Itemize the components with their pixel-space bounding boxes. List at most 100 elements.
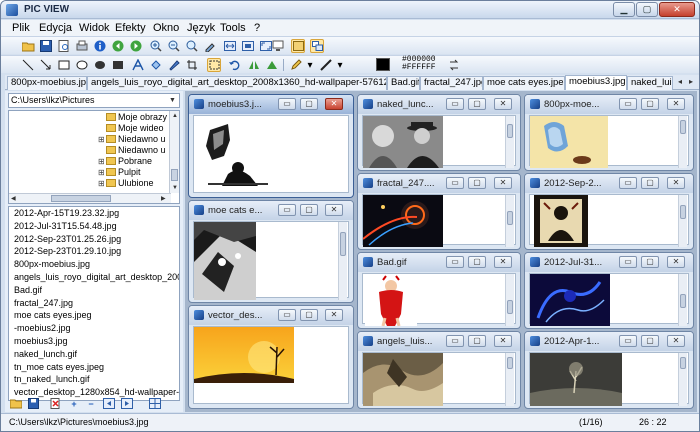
info-icon[interactable]: [93, 39, 107, 53]
tree-vertical-scrollbar[interactable]: ▲ ▼: [169, 111, 179, 193]
window-minimize-button[interactable]: ▭: [619, 335, 637, 347]
window-close-button[interactable]: ✕: [325, 309, 343, 321]
scrollbar-thumb[interactable]: [507, 211, 513, 225]
line-tool-icon[interactable]: [21, 58, 35, 72]
scrollbar-thumb[interactable]: [340, 232, 346, 256]
tree-item-niedawno-1[interactable]: ⊞ Niedawno u: [98, 134, 166, 145]
scrollbar-thumb[interactable]: [680, 205, 686, 219]
menu-help[interactable]: ?: [254, 22, 260, 34]
window-close-button[interactable]: ✕: [667, 177, 685, 189]
menu-efekty[interactable]: Efekty: [115, 22, 146, 34]
scrollbar-thumb[interactable]: [51, 195, 111, 202]
file-list-item[interactable]: 2012-Sep-23T01.25.26.jpg: [9, 233, 179, 246]
tree-item-ulubione[interactable]: ⊞ Ulubione: [98, 178, 154, 189]
image-window-2012-sep[interactable]: 2012-Sep-2... ▭ ▢ ✕: [524, 173, 694, 250]
window-close-button[interactable]: ✕: [325, 204, 343, 216]
primary-color-swatch[interactable]: [376, 58, 390, 71]
file-list-item[interactable]: Bad.gif: [9, 284, 179, 297]
vertical-scrollbar[interactable]: [505, 116, 514, 168]
image-window-fractal-247[interactable]: fractal_247.... ▭ ▢ ✕: [357, 173, 521, 250]
window-minimize-button[interactable]: ▭: [446, 98, 464, 110]
crop-icon[interactable]: [185, 58, 199, 72]
swap-colors-icon[interactable]: [447, 58, 461, 72]
window-minimize-button[interactable]: ▭: [619, 256, 637, 268]
tree-item-niedawno-2[interactable]: Niedawno u: [98, 145, 166, 156]
brush-icon[interactable]: [167, 58, 181, 72]
save-icon[interactable]: [27, 398, 39, 410]
tile-windows-icon[interactable]: [310, 39, 324, 53]
open-folder-icon[interactable]: [9, 398, 23, 410]
tab-moe-cats-eyes[interactable]: moe cats eyes.jpeg: [483, 76, 565, 90]
scrollbar-thumb[interactable]: [507, 124, 513, 138]
image-canvas[interactable]: [529, 352, 689, 406]
tree-item-moje-wideo[interactable]: Moje wideo: [98, 123, 164, 134]
tree-item-pobrane[interactable]: ⊞ Pobrane: [98, 156, 152, 167]
tree-expander[interactable]: ⊞: [98, 167, 106, 178]
scrollbar-thumb[interactable]: [507, 300, 513, 314]
title-bar[interactable]: PIC VIEW ▁ ▢ ✕: [1, 1, 699, 19]
add-icon[interactable]: +: [68, 398, 80, 410]
folder-path-combobox[interactable]: C:\Users\lkz\Pictures ▼: [8, 93, 180, 108]
window-close-button[interactable]: ✕: [667, 335, 685, 347]
window-maximize-button[interactable]: ▢: [468, 177, 486, 189]
vertical-scrollbar[interactable]: [678, 274, 687, 326]
undo-icon[interactable]: [227, 58, 241, 72]
zoom-out-icon[interactable]: [167, 39, 181, 53]
window-close-button[interactable]: ✕: [494, 177, 512, 189]
tree-horizontal-scrollbar[interactable]: ◀ ▶: [9, 193, 171, 203]
thumbnails-view-icon[interactable]: [149, 398, 161, 410]
vertical-scrollbar[interactable]: [338, 222, 347, 300]
window-maximize-button[interactable]: ▢: [641, 177, 659, 189]
image-canvas[interactable]: [529, 273, 689, 326]
previous-icon[interactable]: [111, 39, 125, 53]
file-list[interactable]: 2012-Apr-15T19.23.32.jpg 2012-Jul-31T15.5…: [8, 206, 180, 401]
window-maximize-button[interactable]: ▢: [300, 98, 318, 110]
image-canvas[interactable]: [362, 352, 516, 406]
tab-moebius3[interactable]: moebius3.jpg: [565, 75, 627, 90]
image-window-moe-cats-eyes[interactable]: moe cats e... ▭ ▢ ✕: [188, 200, 354, 303]
tree-item-moje-obrazy[interactable]: Moje obrazy: [98, 112, 167, 123]
window-minimize-button[interactable]: ▭: [446, 256, 464, 268]
image-canvas[interactable]: [193, 326, 349, 404]
window-maximize-button[interactable]: ▢: [468, 256, 486, 268]
file-list-item[interactable]: naked_lunch.gif: [9, 348, 179, 361]
menu-okno[interactable]: Okno: [153, 22, 179, 34]
monitor-icon[interactable]: [271, 39, 285, 53]
image-canvas[interactable]: [193, 221, 349, 300]
zoom-fit-icon[interactable]: [185, 39, 199, 53]
file-list-item[interactable]: fractal_247.jpg: [9, 297, 179, 310]
image-window-titlebar[interactable]: moebius3.j... ▭ ▢ ✕: [189, 95, 353, 114]
image-window-bad-gif[interactable]: Bad.gif ▭ ▢ ✕: [357, 252, 521, 329]
image-window-titlebar[interactable]: vector_des... ▭ ▢ ✕: [189, 306, 353, 325]
image-window-titlebar[interactable]: 2012-Jul-31... ▭ ▢ ✕: [525, 253, 693, 272]
image-canvas[interactable]: [362, 273, 516, 326]
scroll-right-icon[interactable]: ▶: [161, 195, 166, 203]
selection-tool-icon[interactable]: [207, 58, 221, 72]
image-canvas[interactable]: [529, 194, 689, 247]
tab-scroll-right-icon[interactable]: ▸: [686, 76, 696, 88]
print-icon[interactable]: [75, 39, 89, 53]
image-window-vector-desktop[interactable]: vector_des... ▭ ▢ ✕: [188, 305, 354, 409]
save-icon[interactable]: [39, 39, 53, 53]
remove-icon[interactable]: −: [85, 398, 97, 410]
window-maximize-button[interactable]: ▢: [300, 204, 318, 216]
print-preview-icon[interactable]: [57, 39, 71, 53]
window-minimize-button[interactable]: ▭: [619, 98, 637, 110]
fit-window-icon[interactable]: [241, 39, 255, 53]
image-window-800px-moebius[interactable]: 800px-moe... ▭ ▢ ✕: [524, 94, 694, 171]
tree-expander[interactable]: ⊞: [98, 178, 106, 189]
window-maximize-button[interactable]: ▢: [300, 309, 318, 321]
window-close-button[interactable]: ✕: [667, 256, 685, 268]
image-window-titlebar[interactable]: 800px-moe... ▭ ▢ ✕: [525, 95, 693, 114]
tree-expander[interactable]: ⊞: [98, 134, 106, 145]
tree-item-pulpit[interactable]: ⊞ Pulpit: [98, 167, 141, 178]
file-list-item[interactable]: moebius3.jpg: [9, 335, 179, 348]
image-window-titlebar[interactable]: Bad.gif ▭ ▢ ✕: [358, 253, 520, 272]
tab-scroll-left-icon[interactable]: ◂: [675, 76, 685, 88]
file-list-item[interactable]: 2012-Sep-23T01.29.10.jpg: [9, 245, 179, 258]
image-canvas[interactable]: [362, 194, 516, 247]
file-list-item[interactable]: tn_moe cats eyes.jpeg: [9, 361, 179, 374]
open-folder-icon[interactable]: [21, 39, 35, 53]
file-list-item[interactable]: moe cats eyes.jpeg: [9, 309, 179, 322]
vertical-scrollbar[interactable]: [505, 274, 514, 326]
